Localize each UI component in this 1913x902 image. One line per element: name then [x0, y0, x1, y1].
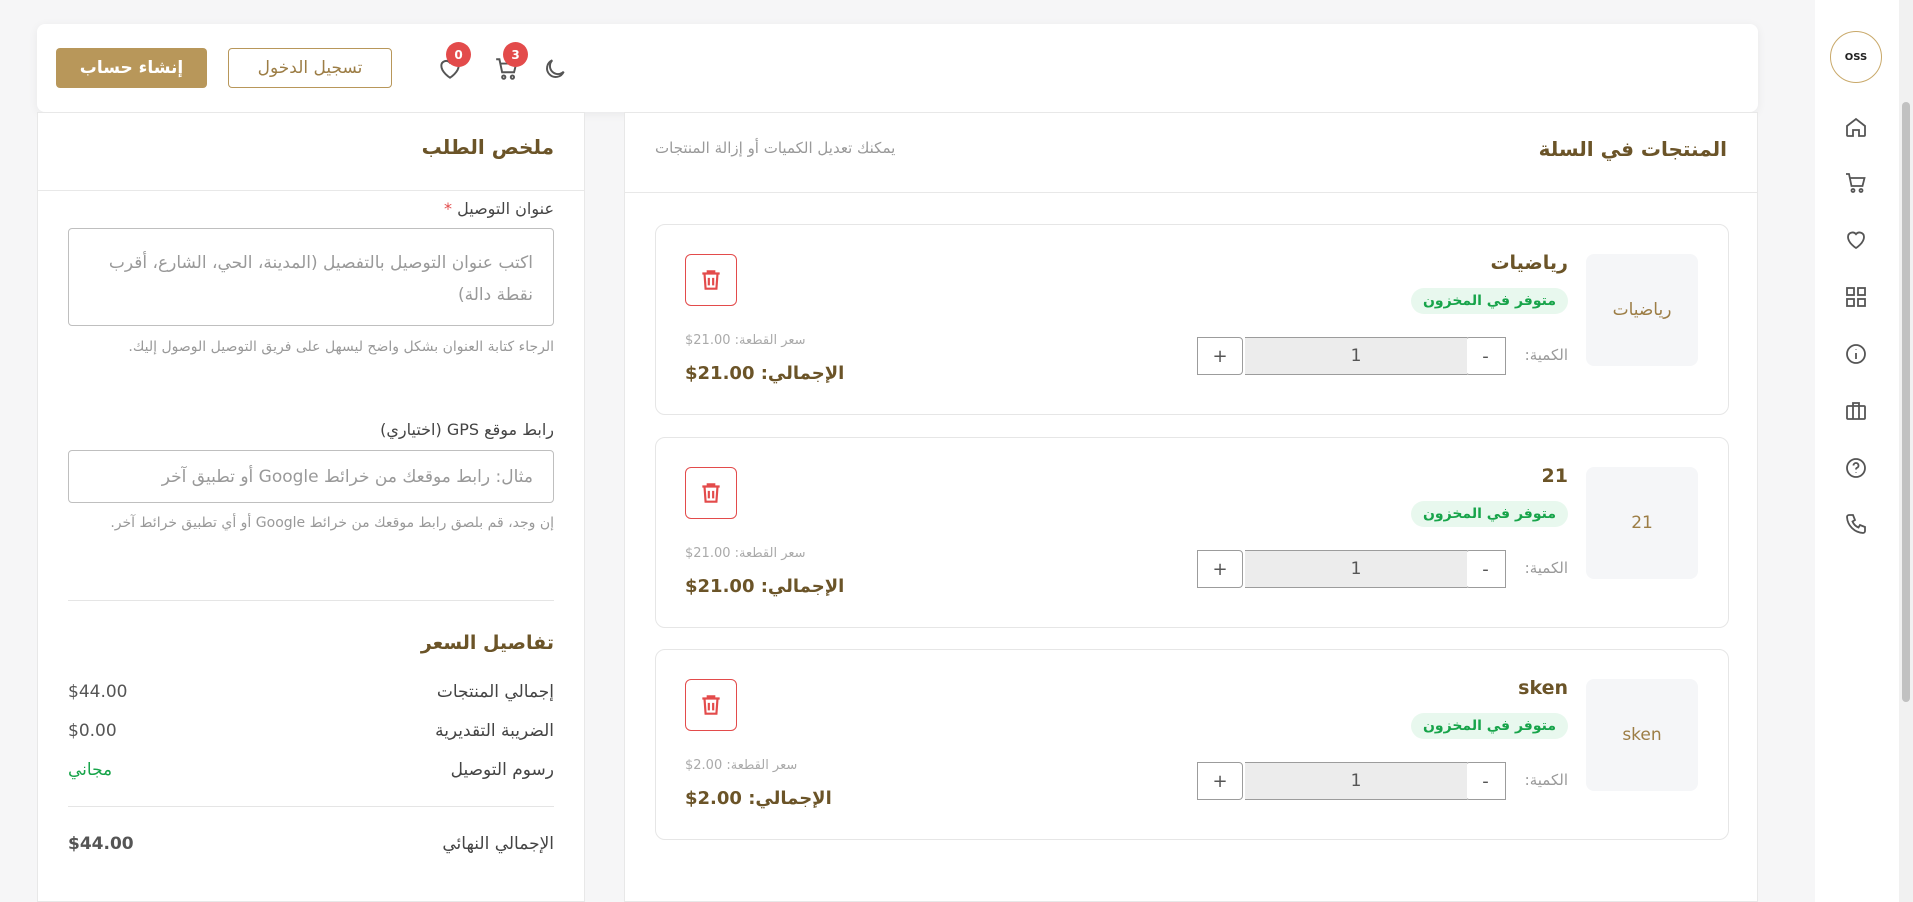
scrollbar-thumb[interactable]: [1902, 102, 1910, 702]
delete-item-button[interactable]: [685, 679, 737, 731]
quantity-input[interactable]: 1: [1245, 762, 1467, 800]
stock-badge: متوفر في المخزون: [1410, 713, 1568, 739]
gps-help-text: إن وجد، قم بلصق رابط موقعك من خرائط Goog…: [110, 515, 554, 531]
heart-icon[interactable]: [1843, 227, 1869, 253]
quantity-input[interactable]: 1: [1245, 550, 1467, 588]
divider: [68, 600, 554, 601]
address-textarea[interactable]: اكتب عنوان التوصيل بالتفصيل (المدينة، ال…: [68, 228, 554, 326]
unit-price: سعر القطعة: 21.00$: [685, 546, 806, 561]
item-total: الإجمالي: 21.00$: [685, 576, 845, 597]
products-total-label: إجمالي المنتجات: [436, 682, 554, 702]
cart-item: sken sken متوفر في المخزون الكمية: - 1 +…: [655, 649, 1729, 840]
store-logo[interactable]: OSS: [1830, 31, 1882, 83]
address-help-text: الرجاء كتابة العنوان بشكل واضح ليسهل على…: [128, 339, 554, 355]
quantity-label: الكمية:: [1524, 771, 1568, 789]
tax-label: الضريبة التقديرية: [435, 721, 554, 741]
briefcase-icon[interactable]: [1843, 398, 1869, 424]
sidebar: OSS: [1815, 0, 1899, 902]
product-name: sken: [1518, 677, 1568, 699]
trash-icon: [702, 695, 720, 715]
trash-icon: [702, 483, 720, 503]
decrease-quantity-button[interactable]: -: [1465, 550, 1506, 588]
address-label: عنوان التوصيل *: [444, 199, 554, 218]
delete-item-button[interactable]: [685, 254, 737, 306]
cart-icon[interactable]: 3: [492, 42, 528, 84]
cart-subtitle: يمكنك تعديل الكميات أو إزالة المنتجات: [655, 139, 896, 157]
products-total-value: $44.00: [68, 682, 128, 702]
trash-icon: [702, 270, 720, 290]
product-name: 21: [1541, 465, 1568, 487]
decrease-quantity-button[interactable]: -: [1465, 337, 1506, 375]
phone-icon[interactable]: [1843, 511, 1869, 537]
cart-item: 21 21 متوفر في المخزون الكمية: - 1 + سعر…: [655, 437, 1729, 628]
divider: [68, 806, 554, 807]
delete-item-button[interactable]: [685, 467, 737, 519]
tax-value: $0.00: [68, 721, 117, 741]
signup-button[interactable]: إنشاء حساب: [56, 48, 207, 88]
cart-count-badge: 3: [503, 42, 528, 67]
quantity-input[interactable]: 1: [1245, 337, 1467, 375]
increase-quantity-button[interactable]: +: [1197, 337, 1243, 375]
product-image[interactable]: sken: [1586, 679, 1698, 791]
gps-label: رابط موقع GPS (اختياري): [380, 420, 554, 439]
grid-icon[interactable]: [1843, 284, 1869, 310]
divider: [625, 192, 1757, 193]
image-alt-text: رياضيات: [1612, 300, 1672, 320]
final-total-label: الإجمالي النهائي: [442, 834, 554, 854]
increase-quantity-button[interactable]: +: [1197, 762, 1243, 800]
quantity-label: الكمية:: [1524, 559, 1568, 577]
cart-panel: المنتجات في السلة يمكنك تعديل الكميات أو…: [624, 112, 1758, 902]
shipping-label: رسوم التوصيل: [450, 760, 554, 780]
quantity-label: الكمية:: [1524, 346, 1568, 364]
login-button[interactable]: تسجيل الدخول: [228, 48, 392, 88]
wishlist-icon[interactable]: 0: [435, 42, 471, 84]
summary-title: ملخص الطلب: [421, 135, 554, 159]
top-header: إنشاء حساب تسجيل الدخول 0 3: [37, 24, 1758, 112]
gps-link-input[interactable]: مثال: رابط موقعك من خرائط Google أو تطبي…: [68, 450, 554, 503]
help-icon[interactable]: [1843, 455, 1869, 481]
page-scrollbar[interactable]: [1899, 0, 1913, 902]
unit-price: سعر القطعة: 2.00$: [685, 758, 798, 773]
unit-price: سعر القطعة: 21.00$: [685, 333, 806, 348]
cart-icon[interactable]: [1843, 170, 1869, 196]
item-total: الإجمالي: 2.00$: [685, 788, 832, 809]
home-icon[interactable]: [1843, 114, 1869, 140]
cart-title: المنتجات في السلة: [1538, 137, 1727, 161]
item-total: الإجمالي: 21.00$: [685, 363, 845, 384]
stock-badge: متوفر في المخزون: [1410, 288, 1568, 314]
logo-text: OSS: [1844, 51, 1868, 63]
increase-quantity-button[interactable]: +: [1197, 550, 1243, 588]
stock-badge: متوفر في المخزون: [1410, 501, 1568, 527]
decrease-quantity-button[interactable]: -: [1465, 762, 1506, 800]
dark-mode-icon[interactable]: [540, 54, 570, 84]
address-label-text: عنوان التوصيل: [457, 199, 554, 218]
divider: [38, 190, 584, 191]
cart-item: رياضيات رياضيات متوفر في المخزون الكمية:…: [655, 224, 1729, 415]
price-details-title: تفاصيل السعر: [420, 632, 554, 654]
product-image[interactable]: 21: [1586, 467, 1698, 579]
shipping-value: مجاني: [68, 760, 113, 780]
final-total-value: $44.00: [68, 834, 134, 854]
image-alt-text: sken: [1622, 725, 1662, 745]
wishlist-count-badge: 0: [446, 42, 471, 67]
order-summary-panel: ملخص الطلب عنوان التوصيل * اكتب عنوان ال…: [37, 112, 585, 902]
product-name: رياضيات: [1490, 252, 1568, 274]
product-image[interactable]: رياضيات: [1586, 254, 1698, 366]
info-icon[interactable]: [1843, 341, 1869, 367]
required-mark: *: [444, 199, 453, 218]
image-alt-text: 21: [1631, 513, 1653, 533]
